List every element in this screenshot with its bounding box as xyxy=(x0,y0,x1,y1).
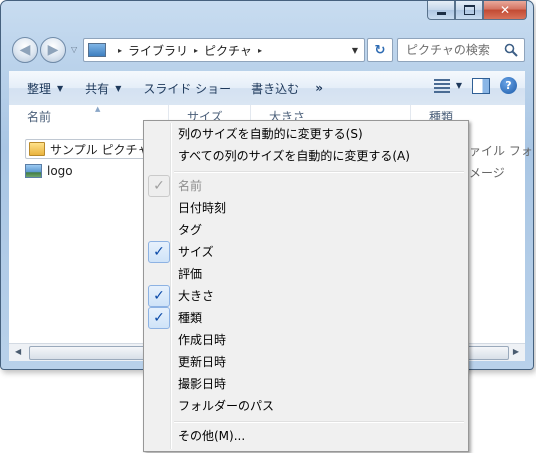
checkmark-icon: ✓ xyxy=(148,285,170,307)
organize-button[interactable]: 整理 ▼ xyxy=(19,75,71,101)
maximize-icon xyxy=(463,5,475,15)
menu-item-label: すべての列のサイズを自動的に変更する(A) xyxy=(178,149,410,163)
menu-item-label: 評価 xyxy=(178,267,203,281)
menu-item-label: 撮影日時 xyxy=(178,377,227,391)
menu-item-label: 名前 xyxy=(178,179,203,193)
checkmark-icon: ✓ xyxy=(148,241,170,263)
minimize-icon xyxy=(436,11,446,15)
address-dropdown-icon[interactable]: ▼ xyxy=(352,46,358,55)
menu-item-label: 更新日時 xyxy=(178,355,227,369)
recent-pages-dropdown-icon[interactable]: ▽ xyxy=(71,45,77,54)
menu-separator xyxy=(174,421,464,423)
address-bar[interactable]: ▸ ライブラリ ▸ ピクチャ ▸ ▼ xyxy=(83,38,365,62)
menu-item-label: その他(M)... xyxy=(178,429,246,443)
menu-item-column-name: ✓ 名前 xyxy=(146,175,466,197)
organize-label: 整理 xyxy=(27,81,52,96)
search-input[interactable] xyxy=(406,43,506,57)
minimize-button[interactable] xyxy=(427,1,455,20)
refresh-button[interactable]: ↻ xyxy=(367,38,393,62)
more-commands-button[interactable]: » xyxy=(307,81,331,95)
breadcrumb-separator-icon[interactable]: ▸ xyxy=(194,46,198,55)
file-row-sample-pictures[interactable]: サンプル ピクチャ xyxy=(25,139,155,159)
close-icon: ✕ xyxy=(499,3,511,17)
column-header-name-label: 名前 xyxy=(27,110,52,124)
details-view-icon xyxy=(433,78,450,93)
close-button[interactable]: ✕ xyxy=(483,1,527,20)
folder-icon xyxy=(29,142,45,156)
menu-item-label: 作成日時 xyxy=(178,333,227,347)
toolbar-right-group: ▼ ? xyxy=(433,77,517,94)
command-bar: 整理 ▼ 共有 ▼ スライド ショー 書き込む » ▼ ? xyxy=(9,71,525,106)
menu-item-label: フォルダーのパス xyxy=(178,399,275,413)
menu-item-more-columns[interactable]: その他(M)... xyxy=(146,425,466,447)
menu-item-label: 列のサイズを自動的に変更する(S) xyxy=(178,127,363,141)
breadcrumb-libraries[interactable]: ライブラリ xyxy=(128,42,188,59)
search-icon[interactable] xyxy=(504,43,518,57)
checkmark-icon: ✓ xyxy=(148,307,170,329)
scroll-right-icon[interactable]: ▶ xyxy=(513,347,519,356)
menu-item-column-date-taken[interactable]: 撮影日時 xyxy=(146,373,466,395)
menu-item-label: 大きさ xyxy=(178,289,215,303)
menu-item-column-size[interactable]: ✓ サイズ xyxy=(146,241,466,263)
menu-item-column-dimensions[interactable]: ✓ 大きさ xyxy=(146,285,466,307)
menu-separator xyxy=(174,171,464,173)
share-label: 共有 xyxy=(85,81,110,96)
share-button[interactable]: 共有 ▼ xyxy=(77,75,129,101)
sort-indicator-icon: ▲ xyxy=(95,105,101,113)
menu-item-column-type[interactable]: ✓ 種類 xyxy=(146,307,466,329)
menu-item-column-tags[interactable]: タグ xyxy=(146,219,466,241)
forward-button[interactable]: ▶ xyxy=(40,37,66,63)
burn-label: 書き込む xyxy=(251,81,300,96)
maximize-button[interactable] xyxy=(455,1,483,20)
menu-item-label: タグ xyxy=(178,223,203,237)
chevron-down-icon: ▼ xyxy=(115,83,122,93)
burn-button[interactable]: 書き込む xyxy=(243,75,307,101)
menu-item-auto-size-all-columns[interactable]: すべての列のサイズを自動的に変更する(A) xyxy=(146,145,466,167)
breadcrumb-separator-icon[interactable]: ▸ xyxy=(118,46,122,55)
help-icon[interactable]: ? xyxy=(500,77,517,94)
pictures-library-icon xyxy=(88,43,106,57)
chevron-down-icon: ▼ xyxy=(57,83,64,93)
search-box[interactable] xyxy=(397,38,525,62)
back-button[interactable]: ◀ xyxy=(12,37,38,63)
breadcrumb-separator-icon[interactable]: ▸ xyxy=(258,46,262,55)
file-name: logo xyxy=(47,164,73,178)
refresh-icon: ↻ xyxy=(374,42,386,58)
forward-arrow-icon: ▶ xyxy=(47,42,59,58)
menu-item-column-date-time[interactable]: 日付時刻 xyxy=(146,197,466,219)
menu-item-column-folder-path[interactable]: フォルダーのパス xyxy=(146,395,466,417)
chevron-down-icon: ▼ xyxy=(455,81,462,90)
column-header-context-menu: 列のサイズを自動的に変更する(S) すべての列のサイズを自動的に変更する(A) … xyxy=(143,120,469,452)
change-view-button[interactable]: ▼ xyxy=(433,78,462,93)
menu-item-column-date-modified[interactable]: 更新日時 xyxy=(146,351,466,373)
menu-item-column-rating[interactable]: 評価 xyxy=(146,263,466,285)
scroll-left-icon[interactable]: ◀ xyxy=(15,347,21,356)
menu-item-column-date-created[interactable]: 作成日時 xyxy=(146,329,466,351)
menu-item-auto-size-column[interactable]: 列のサイズを自動的に変更する(S) xyxy=(146,123,466,145)
menu-item-label: サイズ xyxy=(178,245,214,259)
menu-item-label: 種類 xyxy=(178,311,203,325)
slideshow-label: スライド ショー xyxy=(143,81,232,96)
breadcrumb-pictures[interactable]: ピクチャ xyxy=(204,42,252,59)
menu-item-label: 日付時刻 xyxy=(178,201,227,215)
caption-buttons: ✕ xyxy=(427,1,527,21)
back-arrow-icon: ◀ xyxy=(19,42,31,58)
slideshow-button[interactable]: スライド ショー xyxy=(135,75,239,101)
image-icon xyxy=(25,164,42,178)
preview-pane-icon[interactable] xyxy=(472,77,490,94)
file-name: サンプル ピクチャ xyxy=(50,142,150,157)
checkmark-icon: ✓ xyxy=(148,175,170,197)
file-row-logo[interactable]: logo xyxy=(25,161,73,181)
